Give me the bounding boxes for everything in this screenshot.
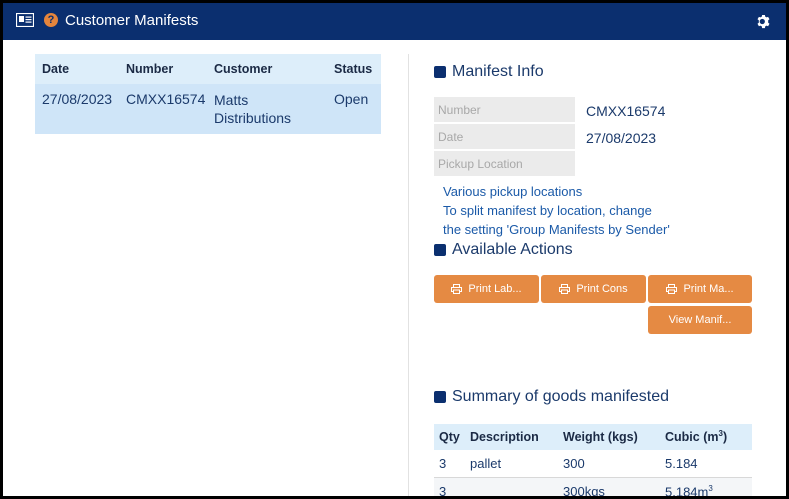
cell-description: pallet bbox=[470, 456, 502, 471]
section-square-icon bbox=[434, 391, 446, 403]
summary-table-header: Qty Description Weight (kgs) Cubic (m3) bbox=[434, 424, 752, 450]
cell-cubic-sup: 3 bbox=[708, 483, 713, 493]
pickup-note-line: the setting 'Group Manifests by Sender' bbox=[443, 222, 670, 237]
cell-date: 27/08/2023 bbox=[42, 91, 113, 107]
printer-icon bbox=[451, 284, 463, 294]
print-manifest-label: Print Ma... bbox=[683, 283, 734, 295]
view-manifest-label: View Manif... bbox=[668, 314, 732, 326]
column-header-cubic: Cubic (m3) bbox=[665, 429, 752, 444]
cell-customer-line2: Distributions bbox=[214, 110, 292, 126]
cubic-header-close: ) bbox=[722, 430, 728, 445]
cell-weight: 300kgs bbox=[563, 484, 605, 499]
print-labels-label: Print Lab... bbox=[468, 283, 522, 295]
available-actions-heading: Available Actions bbox=[434, 241, 573, 259]
pickup-note-line: Various pickup locations bbox=[443, 184, 583, 199]
info-value-date: 27/08/2023 bbox=[586, 130, 657, 146]
table-row: 3 pallet 300 5.184 bbox=[434, 450, 752, 478]
gear-icon[interactable] bbox=[756, 14, 771, 29]
manifests-table: Date Number Customer Status 27/08/2023 C… bbox=[35, 54, 381, 134]
printer-icon bbox=[666, 284, 678, 294]
column-header-status[interactable]: Status bbox=[334, 62, 381, 76]
title-bar: ? Customer Manifests bbox=[3, 3, 786, 40]
pickup-note-line: To split manifest by location, change bbox=[443, 203, 652, 218]
cell-weight: 300 bbox=[563, 456, 585, 471]
available-actions-title: Available Actions bbox=[452, 241, 573, 258]
printer-icon bbox=[559, 284, 571, 294]
column-header-date[interactable]: Date bbox=[35, 62, 126, 76]
manifest-info-heading: Manifest Info bbox=[434, 63, 544, 81]
summary-title: Summary of goods manifested bbox=[452, 388, 669, 405]
column-header-number[interactable]: Number bbox=[126, 62, 214, 76]
cell-number: CMXX16574 bbox=[126, 91, 206, 107]
column-header-qty: Qty bbox=[439, 430, 460, 444]
pickup-note: Various pickup locations To split manife… bbox=[443, 182, 670, 239]
manifest-card-icon[interactable] bbox=[16, 13, 34, 27]
info-label-pickup-location: Pickup Location bbox=[434, 151, 575, 176]
summary-heading: Summary of goods manifested bbox=[434, 388, 669, 406]
column-header-weight: Weight (kgs) bbox=[563, 430, 638, 444]
print-cons-label: Print Cons bbox=[576, 283, 628, 295]
cell-cubic-value: 5.184 bbox=[665, 484, 698, 499]
info-value-number: CMXX16574 bbox=[586, 103, 666, 119]
help-circle-icon[interactable]: ? bbox=[44, 13, 58, 27]
manifest-info-title: Manifest Info bbox=[452, 63, 544, 80]
cell-cubic: 5.184m3 bbox=[665, 483, 752, 499]
view-manifest-button[interactable]: View Manif... bbox=[648, 306, 752, 334]
table-row: 3 300kgs 5.184m3 bbox=[434, 478, 752, 499]
summary-table: Qty Description Weight (kgs) Cubic (m3) … bbox=[434, 424, 752, 499]
print-cons-button[interactable]: Print Cons bbox=[541, 275, 646, 303]
cell-cubic: 5.184 bbox=[665, 456, 698, 471]
section-square-icon bbox=[434, 66, 446, 78]
column-header-description: Description bbox=[470, 430, 539, 444]
table-header: Date Number Customer Status bbox=[35, 54, 381, 84]
panel-divider bbox=[408, 54, 409, 496]
cell-customer: Matts Distributions bbox=[214, 91, 334, 134]
info-label-date: Date bbox=[434, 124, 575, 149]
cell-qty: 3 bbox=[439, 456, 447, 471]
cell-qty: 3 bbox=[439, 484, 447, 499]
window-title: Customer Manifests bbox=[65, 12, 199, 29]
print-labels-button[interactable]: Print Lab... bbox=[434, 275, 539, 303]
table-row[interactable]: 27/08/2023 CMXX16574 Matts Distributions… bbox=[35, 84, 381, 134]
cell-customer-line1: Matts bbox=[214, 92, 249, 108]
app-window: ? Customer Manifests Date Number Custome… bbox=[0, 0, 789, 499]
cubic-header-text: Cubic (m bbox=[665, 430, 719, 445]
section-square-icon bbox=[434, 244, 446, 256]
cell-cubic-unit: m bbox=[697, 484, 709, 499]
cell-status: Open bbox=[334, 91, 369, 107]
info-label-number: Number bbox=[434, 97, 575, 122]
column-header-customer[interactable]: Customer bbox=[214, 60, 334, 78]
print-manifest-button[interactable]: Print Ma... bbox=[648, 275, 752, 303]
